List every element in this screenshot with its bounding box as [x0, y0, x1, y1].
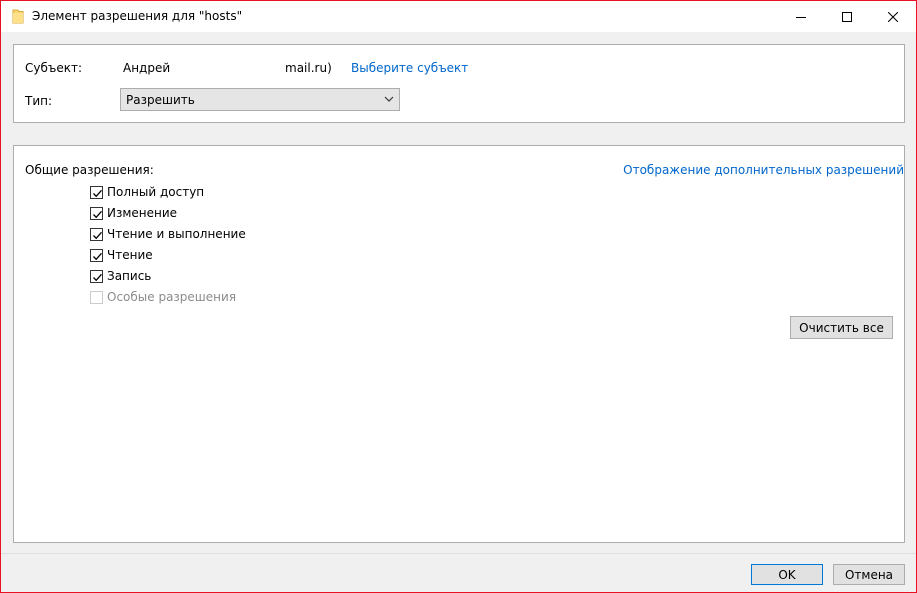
- checkmark-icon: [93, 252, 102, 261]
- checkmark-icon: [93, 231, 102, 240]
- cancel-button[interactable]: Отмена: [833, 564, 905, 585]
- type-dropdown-value: Разрешить: [126, 93, 195, 107]
- close-button[interactable]: [870, 1, 916, 32]
- checkbox-special: [90, 291, 103, 304]
- select-principal-link[interactable]: Выберите субъект: [351, 61, 468, 75]
- minimize-icon: [796, 16, 806, 18]
- checkbox-label: Особые разрешения: [107, 290, 237, 304]
- dialog-window: Элемент разрешения для "hosts" Субъект: …: [0, 0, 917, 593]
- type-label: Тип:: [25, 94, 53, 108]
- maximize-button[interactable]: [824, 1, 870, 32]
- checkbox-read[interactable]: [90, 249, 103, 262]
- checkmark-icon: [93, 273, 102, 282]
- checkbox-read-execute[interactable]: [90, 228, 103, 241]
- permissions-header: Общие разрешения:: [25, 163, 154, 177]
- principal-label: Субъект:: [25, 61, 83, 75]
- close-icon: [888, 11, 898, 22]
- principal-panel: Субъект: Андрей mail.ru) Выберите субъек…: [13, 44, 905, 123]
- principal-email: mail.ru): [285, 61, 332, 75]
- checkbox-label: Запись: [107, 269, 152, 283]
- permissions-panel: Общие разрешения: Отображение дополнител…: [13, 145, 905, 543]
- advanced-permissions-link[interactable]: Отображение дополнительных разрешений: [623, 163, 904, 177]
- checkmark-icon: [93, 189, 102, 198]
- checkmark-icon: [93, 210, 102, 219]
- checkbox-modify[interactable]: [90, 207, 103, 220]
- checkbox-write[interactable]: [90, 270, 103, 283]
- chevron-down-icon: [384, 96, 394, 102]
- checkbox-label: Полный доступ: [107, 185, 205, 199]
- clear-all-button[interactable]: Очистить все: [790, 316, 893, 339]
- checkbox-label: Чтение: [107, 248, 153, 262]
- type-dropdown[interactable]: Разрешить: [120, 88, 400, 111]
- window-title: Элемент разрешения для "hosts": [32, 9, 243, 23]
- minimize-button[interactable]: [778, 1, 824, 32]
- principal-name: Андрей: [123, 61, 171, 75]
- checkbox-label: Изменение: [107, 206, 178, 220]
- checkbox-full-control[interactable]: [90, 186, 103, 199]
- ok-button[interactable]: OK: [751, 564, 823, 585]
- checkbox-label: Чтение и выполнение: [107, 227, 246, 241]
- title-bar[interactable]: Элемент разрешения для "hosts": [1, 1, 916, 32]
- footer-divider: [1, 553, 916, 554]
- maximize-icon: [842, 11, 852, 22]
- folder-icon: [12, 9, 24, 24]
